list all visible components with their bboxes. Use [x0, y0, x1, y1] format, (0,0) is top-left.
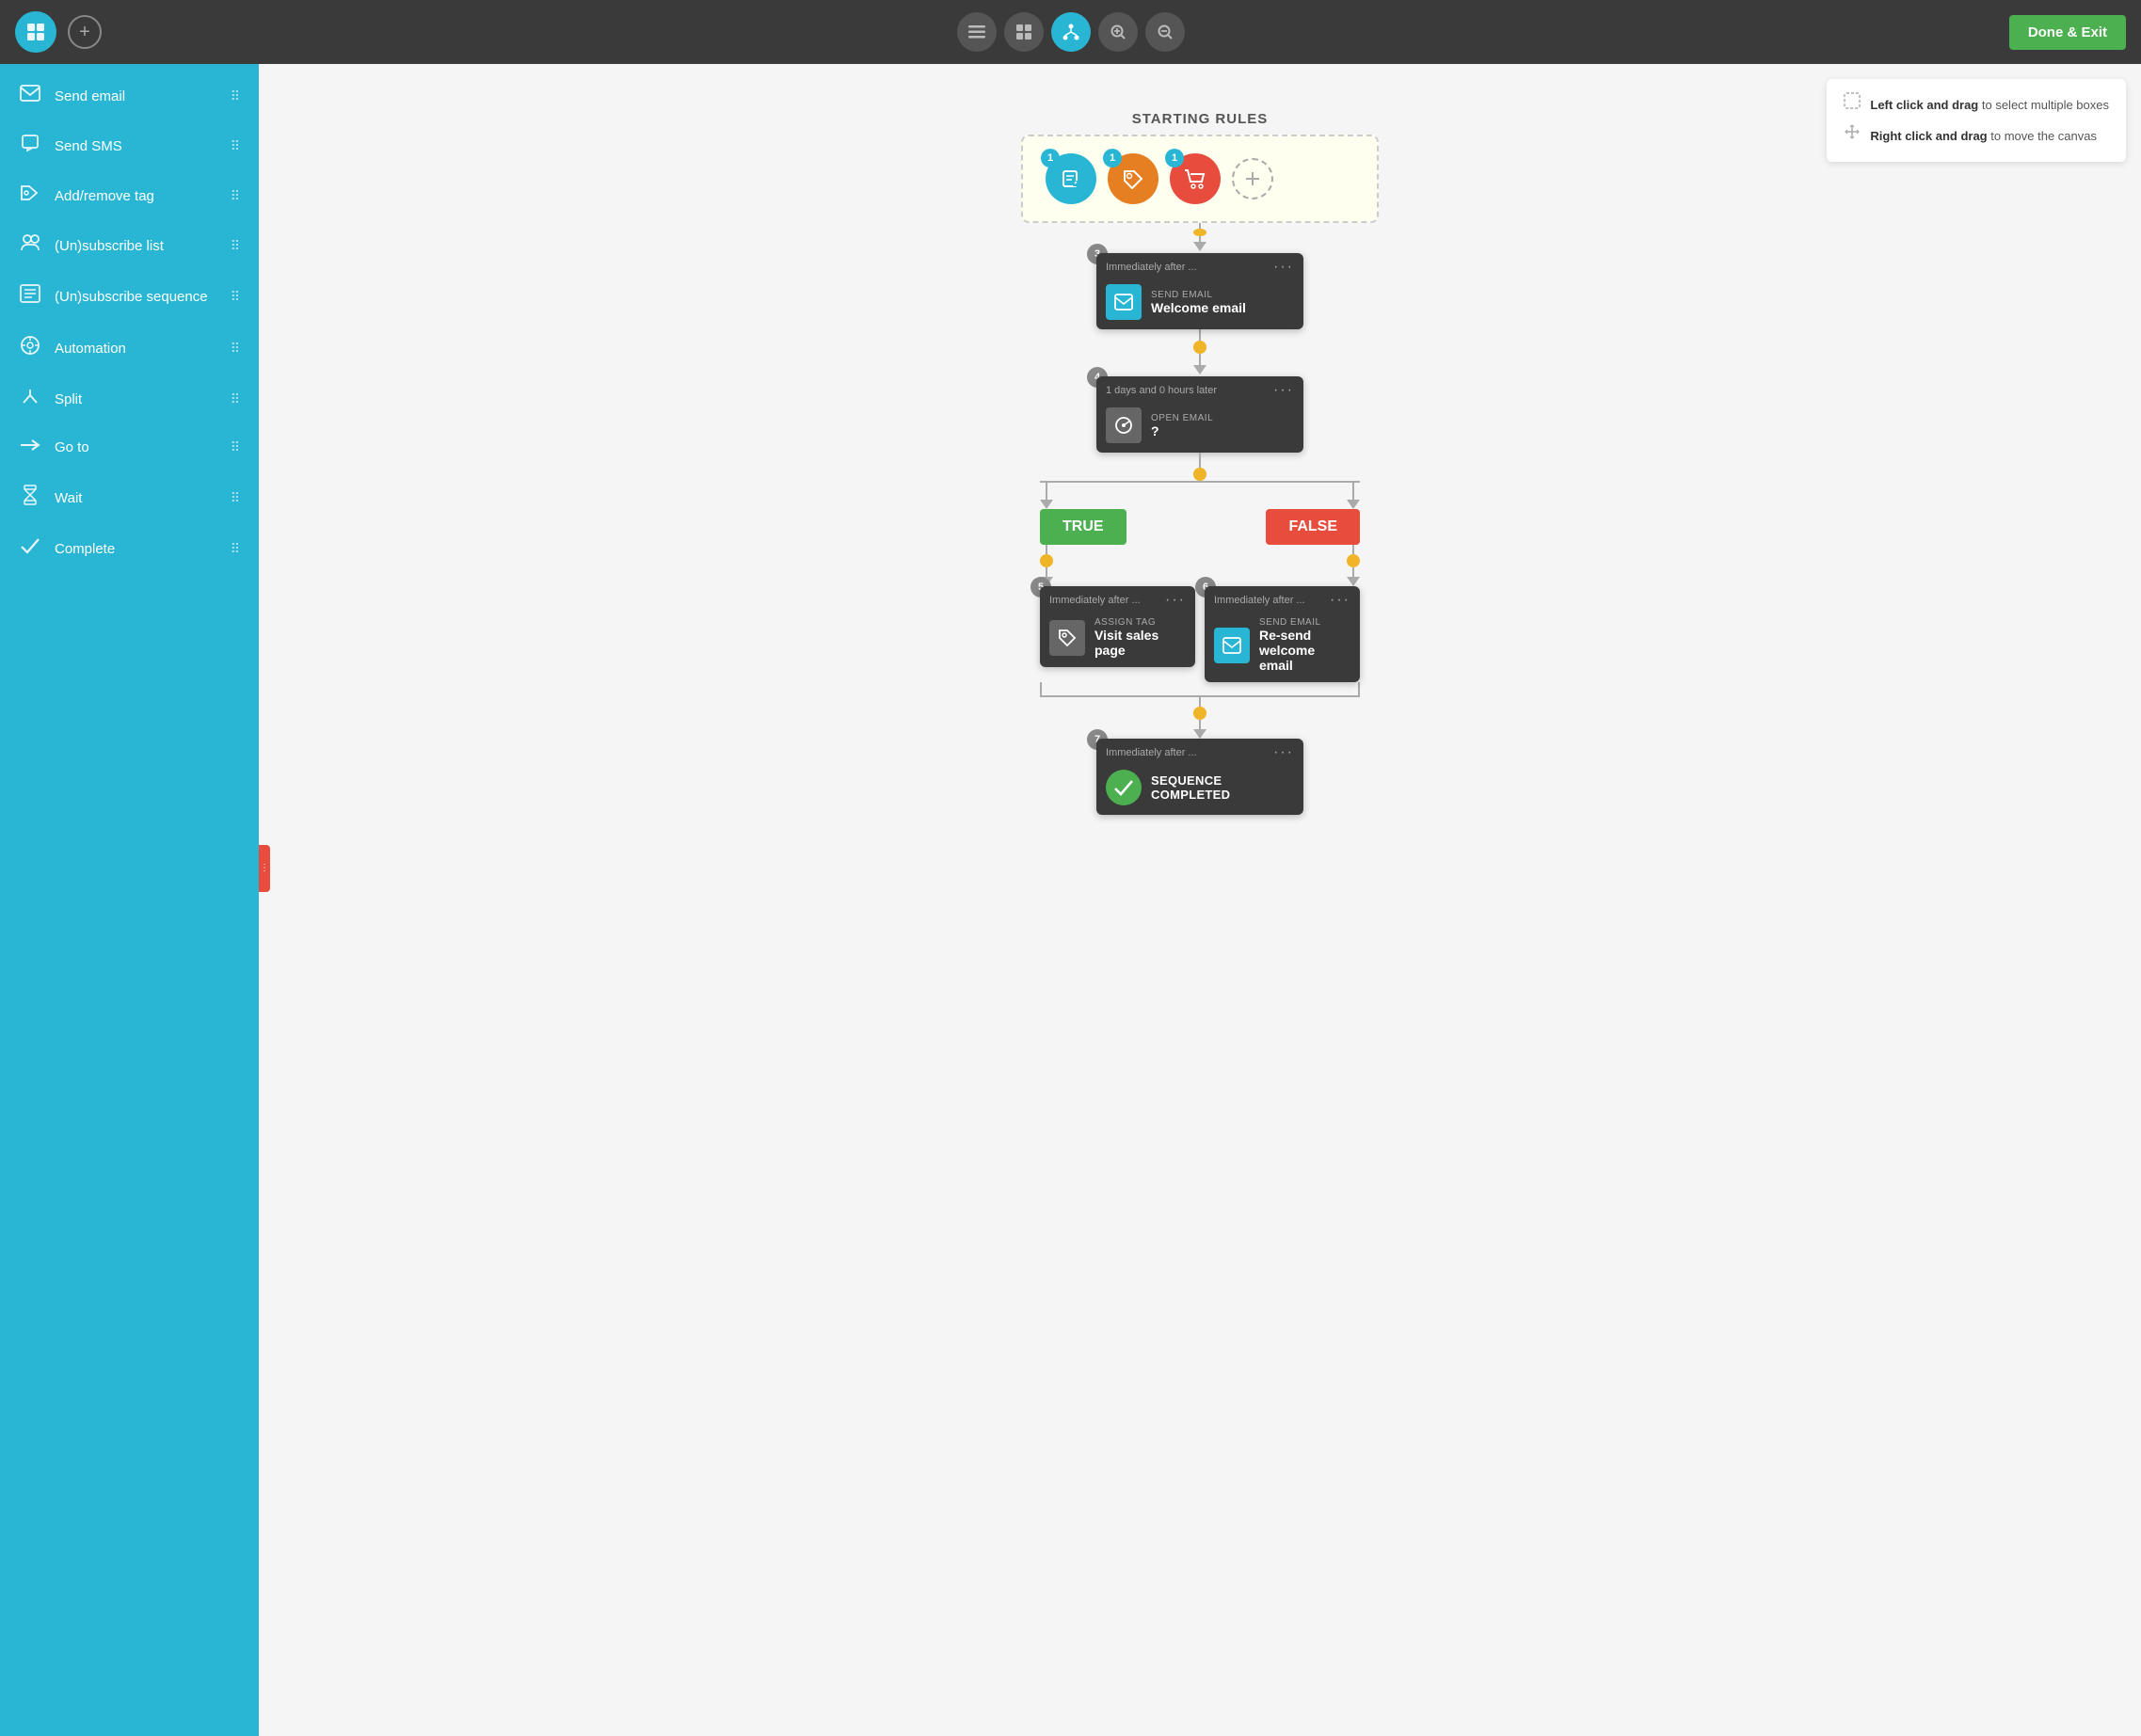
node6-icon	[1214, 628, 1250, 663]
sidebar-collapse-tab[interactable]: ⋮	[259, 845, 270, 892]
branch-horizontal-line	[1040, 481, 1360, 483]
sidebar-item-wait[interactable]: Wait ⠿	[0, 471, 259, 524]
unsubscribe-list-icon	[19, 233, 41, 258]
sidebar-item-add-remove-tag[interactable]: Add/remove tag ⠿	[0, 171, 259, 220]
split-icon	[19, 388, 41, 410]
connector-dot	[1193, 229, 1206, 236]
node5-type: ASSIGN TAG	[1094, 617, 1186, 628]
drag-handle-send-email[interactable]: ⠿	[231, 88, 240, 104]
node5-name: Visit sales page	[1094, 628, 1186, 658]
flow-canvas: STARTING RULES 1 1	[259, 64, 2141, 1099]
main-layout: Send email ⠿ Send SMS ⠿ Add/remove tag ⠿	[0, 64, 2141, 1736]
drag-handle-complete[interactable]: ⠿	[231, 541, 240, 557]
sidebar-item-go-to[interactable]: Go to ⠿	[0, 423, 259, 471]
node4-name: ?	[1151, 423, 1213, 438]
starting-rules-label: STARTING RULES	[1132, 111, 1269, 127]
node5-menu[interactable]: ···	[1165, 592, 1186, 609]
node-resend-email[interactable]: 6 Immediately after ... ···	[1205, 586, 1360, 682]
starting-rules-box: 1 1 1	[1021, 135, 1379, 223]
node4-type: OPEN EMAIL	[1151, 413, 1213, 423]
node4-menu[interactable]: ···	[1273, 382, 1294, 399]
sidebar-label-automation: Automation	[55, 341, 126, 357]
zoom-out-button[interactable]	[1145, 12, 1185, 52]
logo-icon	[15, 11, 56, 53]
drag-handle-send-sms[interactable]: ⠿	[231, 138, 240, 154]
add-remove-tag-icon	[19, 184, 41, 207]
node3-type: SEND EMAIL	[1151, 290, 1246, 300]
drag-handle-unsubscribe-sequence[interactable]: ⠿	[231, 289, 240, 305]
drag-handle-wait[interactable]: ⠿	[231, 490, 240, 506]
sidebar-label-wait: Wait	[55, 490, 82, 506]
zoom-in-button[interactable]	[1098, 12, 1138, 52]
node-open-email[interactable]: 4 1 days and 0 hours later ··· OPEN EMAI…	[1096, 376, 1303, 453]
add-starting-rule-button[interactable]	[1232, 158, 1273, 199]
send-sms-icon	[19, 134, 41, 158]
node6-type: SEND EMAIL	[1259, 617, 1350, 628]
grid-view-button[interactable]	[1004, 12, 1044, 52]
wait-icon	[19, 485, 41, 511]
list-view-button[interactable]	[957, 12, 997, 52]
done-exit-button[interactable]: Done & Exit	[2009, 15, 2126, 50]
drag-handle-unsubscribe-list[interactable]: ⠿	[231, 238, 240, 254]
connector-arrow	[1193, 242, 1206, 251]
flow-view-button[interactable]	[1051, 12, 1091, 52]
drag-handle-add-remove-tag[interactable]: ⠿	[231, 188, 240, 204]
sidebar-item-split[interactable]: Split ⠿	[0, 374, 259, 423]
sidebar-item-unsubscribe-sequence[interactable]: (Un)subscribe sequence ⠿	[0, 271, 259, 322]
starting-rule-3[interactable]: 1	[1170, 153, 1221, 204]
sidebar-label-send-sms: Send SMS	[55, 138, 122, 154]
starting-rule-1[interactable]: 1	[1046, 153, 1096, 204]
flow-layout: STARTING RULES 1 1	[296, 92, 2103, 815]
canvas[interactable]: Left click and drag to select multiple b…	[259, 64, 2141, 1736]
sidebar-label-add-remove-tag: Add/remove tag	[55, 188, 154, 204]
sidebar-item-complete[interactable]: Complete ⠿	[0, 524, 259, 573]
node7-timing: Immediately after ...	[1106, 747, 1197, 758]
node5-timing: Immediately after ...	[1049, 595, 1141, 606]
sidebar-item-send-email[interactable]: Send email ⠿	[0, 72, 259, 120]
send-email-icon	[19, 85, 41, 107]
drag-handle-split[interactable]: ⠿	[231, 391, 240, 407]
topbar-center-controls	[957, 12, 1185, 52]
sidebar: Send email ⠿ Send SMS ⠿ Add/remove tag ⠿	[0, 64, 259, 1736]
sidebar-label-split: Split	[55, 391, 82, 407]
node5-icon	[1049, 620, 1085, 656]
complete-icon	[19, 537, 41, 560]
sidebar-item-unsubscribe-list[interactable]: (Un)subscribe list ⠿	[0, 220, 259, 271]
go-to-icon	[19, 437, 41, 458]
node3-name: Welcome email	[1151, 300, 1246, 315]
node7-check-icon	[1106, 770, 1142, 805]
sidebar-item-automation[interactable]: Automation ⠿	[0, 322, 259, 374]
node-assign-tag[interactable]: 5 Immediately after ... ···	[1040, 586, 1195, 682]
sidebar-label-unsubscribe-sequence: (Un)subscribe sequence	[55, 289, 208, 305]
node7-menu[interactable]: ···	[1273, 744, 1294, 761]
automation-icon	[19, 335, 41, 361]
drag-handle-automation[interactable]: ⠿	[231, 341, 240, 357]
node3-icon	[1106, 284, 1142, 320]
sidebar-label-send-email: Send email	[55, 88, 125, 104]
node6-menu[interactable]: ···	[1330, 592, 1350, 609]
node-send-email[interactable]: 3 Immediately after ... ··· SEND EMAIL	[1096, 253, 1303, 329]
topbar: + Done & Exit	[0, 0, 2141, 64]
connector-line	[1199, 223, 1201, 229]
node6-timing: Immediately after ...	[1214, 595, 1305, 606]
drag-handle-go-to[interactable]: ⠿	[231, 439, 240, 455]
node4-icon	[1106, 407, 1142, 443]
sidebar-label-complete: Complete	[55, 541, 115, 557]
sidebar-item-send-sms[interactable]: Send SMS ⠿	[0, 120, 259, 171]
sidebar-label-go-to: Go to	[55, 439, 89, 455]
node4-timing: 1 days and 0 hours later	[1106, 385, 1217, 396]
node7-type: SEQUENCE COMPLETED	[1151, 773, 1294, 802]
branch-section: TRUE FALSE	[965, 453, 1435, 815]
unsubscribe-sequence-icon	[19, 284, 41, 309]
starting-rule-2[interactable]: 1	[1108, 153, 1158, 204]
false-branch-box[interactable]: FALSE	[1266, 509, 1360, 545]
node6-name: Re-send welcome email	[1259, 628, 1350, 673]
sidebar-label-unsubscribe-list: (Un)subscribe list	[55, 238, 164, 254]
node3-menu[interactable]: ···	[1273, 259, 1294, 276]
node-sequence-completed[interactable]: 7 Immediately after ... ···	[965, 739, 1435, 815]
add-button[interactable]: +	[68, 15, 102, 49]
true-branch-box[interactable]: TRUE	[1040, 509, 1126, 545]
node3-timing: Immediately after ...	[1106, 262, 1197, 273]
